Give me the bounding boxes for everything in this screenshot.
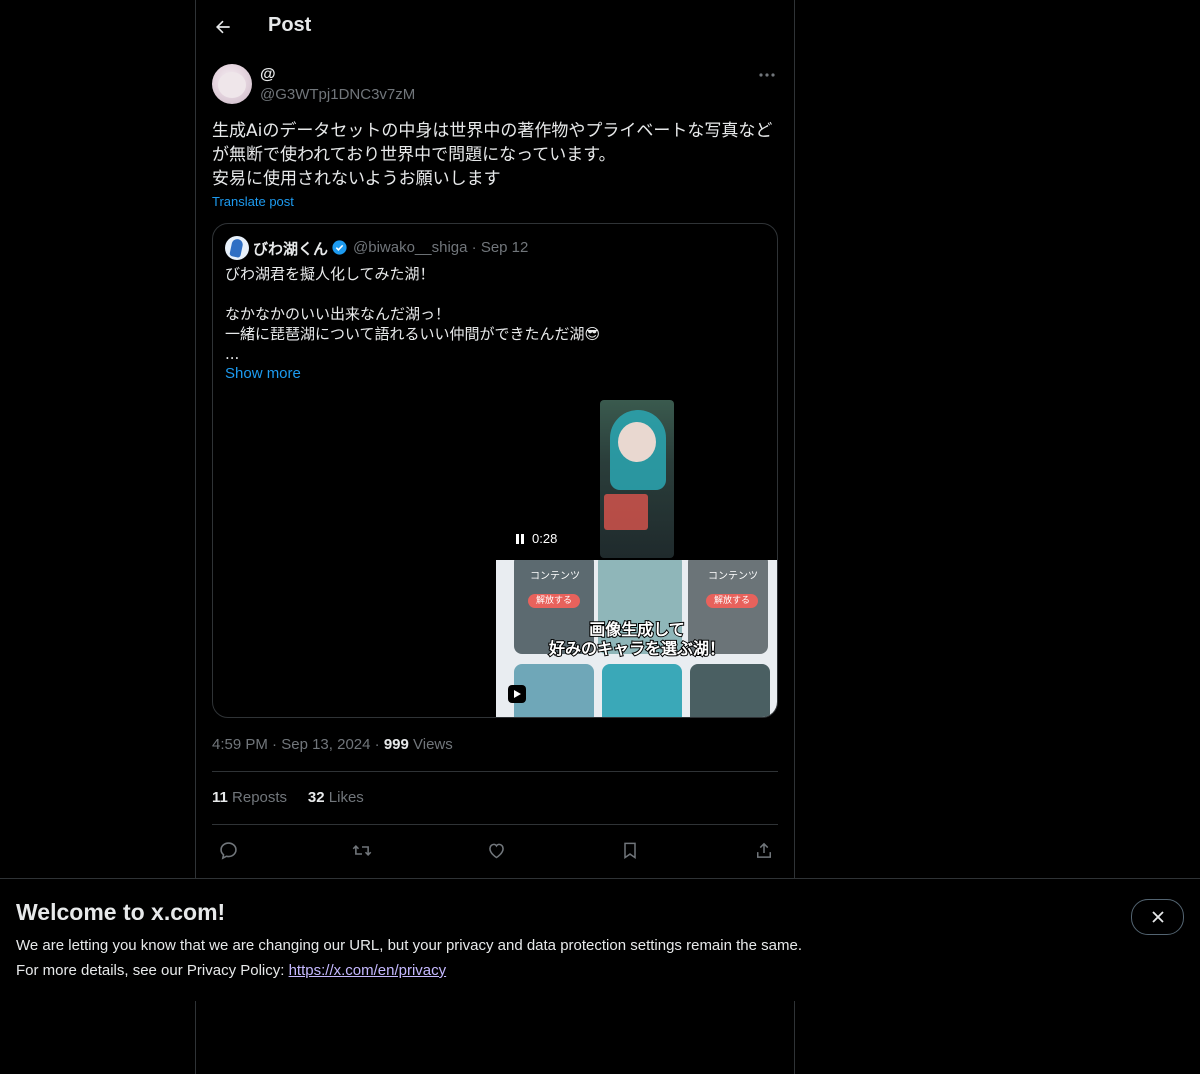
post-stats: 11 Reposts 32 Likes [212,789,364,806]
translate-post-link[interactable]: Translate post [212,194,294,209]
more-options-button[interactable] [756,66,778,84]
author-handle[interactable]: @G3WTpj1DNC3v7zM [260,86,415,103]
likes-stat[interactable]: 32 Likes [308,789,364,806]
author-avatar[interactable] [212,64,252,104]
share-icon [757,842,771,858]
views-label: Views [413,736,453,753]
thumb-label-right: コンテンツ [708,571,758,582]
close-icon [1151,911,1164,923]
pause-button[interactable] [514,532,526,546]
arrow-left-icon [216,20,230,34]
reposts-count: 11 [212,789,228,806]
likes-count: 32 [307,789,325,806]
bookmark-icon [624,842,636,859]
close-banner-button[interactable] [1131,899,1184,935]
thumb-button-right: 解放する [706,594,758,608]
header: Post [196,0,794,54]
repost-button[interactable] [350,838,374,862]
welcome-banner: Welcome to x.com! We are letting you kno… [0,878,1200,1001]
reposts-stat[interactable]: 11 Reposts [212,789,287,806]
thumb-label-left: コンテンツ [530,571,580,582]
back-button[interactable] [210,14,236,40]
heart-icon [488,843,504,858]
quote-text: びわ湖君を擬人化してみた湖！ なかなかのいい出来なんだ湖っ！ 一緒に琵琶湖につい… [225,265,601,363]
show-more-link[interactable]: Show more [225,365,301,382]
play-icon [514,690,521,698]
video-player[interactable]: 0:28 コンテンツ コンテンツ 解放する 解放する 画像生成して 好みのキャラ… [496,400,777,717]
thumb-banner-line2: 好みのキャラを選ぶ湖！ [548,638,726,659]
banner-privacy-prefix: For more details, see our Privacy Policy… [16,962,289,979]
reposts-label: Reposts [232,789,288,806]
quoted-post[interactable]: びわ湖くん @biwako__shiga · Sep 12 びわ湖君を擬人化して… [212,223,778,718]
likes-label: Likes [328,789,364,806]
video-time: 0:28 [532,531,558,546]
video-frame [600,400,674,558]
thumb-banner-text: 画像生成して 好みのキャラを選ぶ湖！ [506,619,768,659]
quote-handle: @biwako__shiga [353,239,468,256]
divider [212,824,778,825]
views-count: 999 [383,736,409,753]
like-button[interactable] [484,838,508,862]
banner-privacy-line: For more details, see our Privacy Policy… [16,962,446,979]
play-button[interactable] [508,685,526,703]
reply-icon [219,841,237,860]
more-horizontal-icon [759,73,775,77]
reply-button[interactable] [216,838,240,862]
repost-icon [352,844,372,856]
video-thumbnail[interactable]: コンテンツ コンテンツ 解放する 解放する 画像生成して 好みのキャラを選ぶ湖！ [496,560,777,717]
quote-avatar [225,236,249,260]
thumb-banner-line1: 画像生成して [588,619,686,640]
quote-display-name: びわ湖くん [253,240,329,258]
bookmark-button[interactable] [618,838,642,862]
pause-icon [516,534,524,544]
post-time: 4:59 PM [212,736,268,753]
post-text: 生成Aiのデータセットの中身は世界中の著作物やプライベートな写真など が無断で使… [212,121,773,189]
quote-date: Sep 12 [480,239,529,256]
privacy-policy-link[interactable]: https://x.com/en/privacy [289,962,447,979]
divider [212,771,778,772]
quote-handle-date: @biwako__shiga · Sep 12 [353,239,529,256]
banner-message: We are letting you know that we are chan… [16,937,802,954]
post-meta: 4:59 PM · Sep 13, 2024 · 999 Views [212,736,453,753]
post-date: Sep 13, 2024 [281,736,371,753]
author-display-name[interactable]: @ [260,66,276,84]
banner-title: Welcome to x.com! [16,899,226,925]
verified-badge-icon [332,240,347,255]
share-button[interactable] [752,838,776,862]
thumb-button-left: 解放する [528,594,580,608]
page-title: Post [268,14,312,36]
